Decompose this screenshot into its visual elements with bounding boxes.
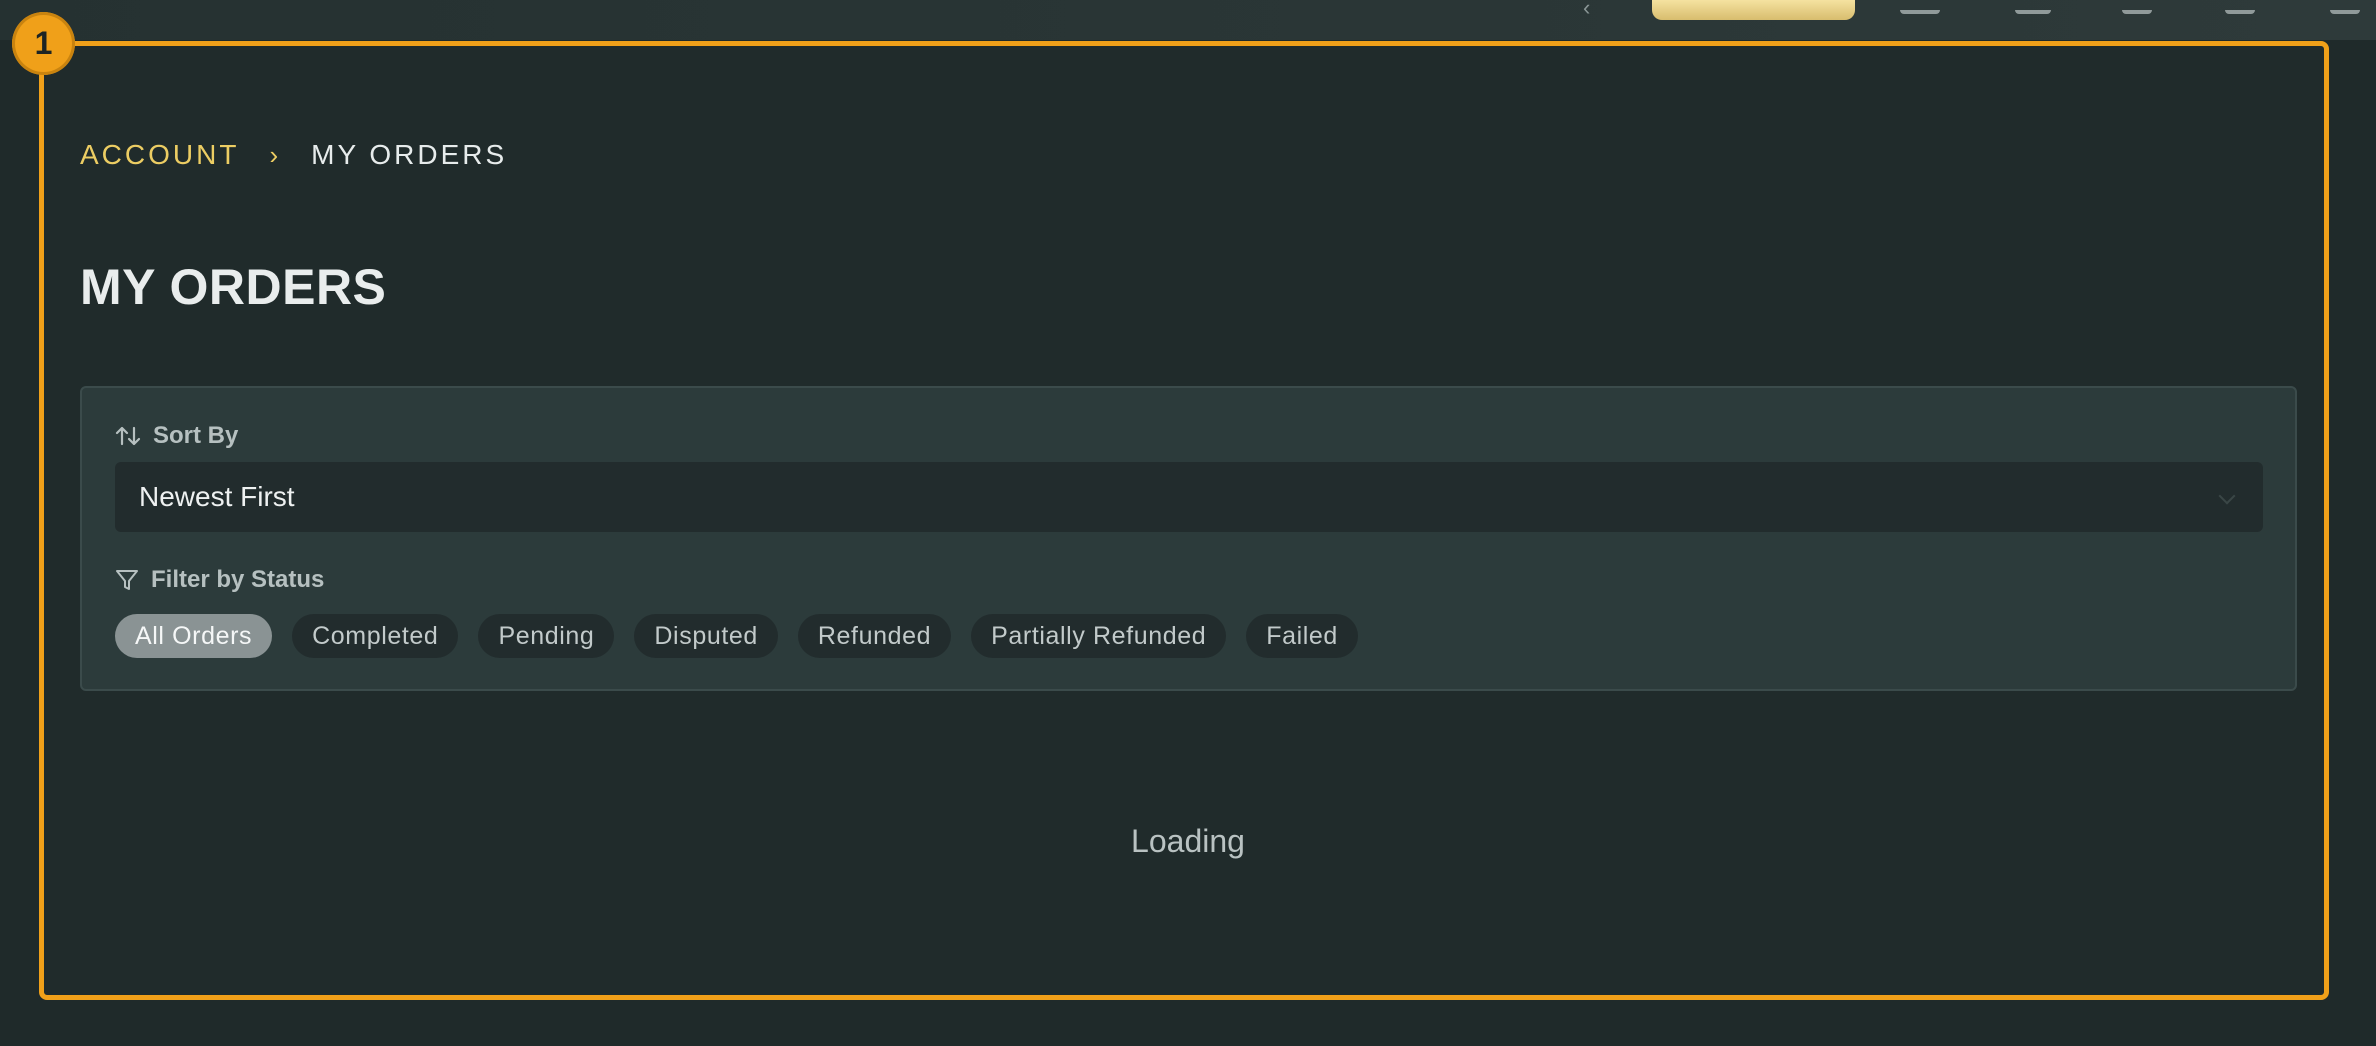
sort-select-value: Newest First (139, 481, 295, 512)
breadcrumb-account-link[interactable]: ACCOUNT (80, 139, 239, 171)
sort-label-row: Sort By (115, 422, 238, 450)
filter-label: Filter by Status (151, 566, 325, 593)
status-filter-chips: All Orders Completed Pending Disputed Re… (115, 614, 1358, 658)
loading-indicator: Loading (1131, 823, 1245, 859)
bell-icon[interactable] (2225, 0, 2255, 14)
cart-icon[interactable] (2330, 0, 2360, 14)
chevron-down-icon (2218, 487, 2236, 505)
chip-pending[interactable]: Pending (478, 614, 615, 658)
header-primary-button[interactable] (1652, 0, 1855, 20)
funnel-icon (115, 568, 139, 592)
grid-icon[interactable] (1900, 0, 1940, 14)
help-icon[interactable] (2015, 0, 2051, 14)
sort-arrows-icon (115, 424, 141, 448)
chip-refunded[interactable]: Refunded (797, 614, 952, 658)
breadcrumb-current: MY ORDERS (311, 139, 508, 170)
breadcrumb: ACCOUNT › MY ORDERS (80, 138, 507, 172)
chip-failed[interactable]: Failed (1246, 614, 1358, 658)
sort-select[interactable]: Newest First (115, 462, 2263, 532)
filter-label-row: Filter by Status (115, 566, 324, 594)
chip-all-orders[interactable]: All Orders (115, 614, 273, 658)
sort-label: Sort By (153, 422, 239, 449)
settings-icon[interactable] (2122, 0, 2152, 14)
chevron-right-icon: › (269, 139, 282, 170)
filter-panel: Sort By Newest First Filter by Status Al… (80, 386, 2297, 691)
chip-partially-refunded[interactable]: Partially Refunded (971, 614, 1227, 658)
chip-disputed[interactable]: Disputed (634, 614, 778, 658)
chip-completed[interactable]: Completed (292, 614, 459, 658)
frame-badge: 1 (12, 12, 75, 75)
back-chevron-icon[interactable]: ‹ (1583, 0, 1590, 20)
top-header: ‹ (0, 0, 2376, 40)
page-title: MY ORDERS (80, 259, 387, 315)
